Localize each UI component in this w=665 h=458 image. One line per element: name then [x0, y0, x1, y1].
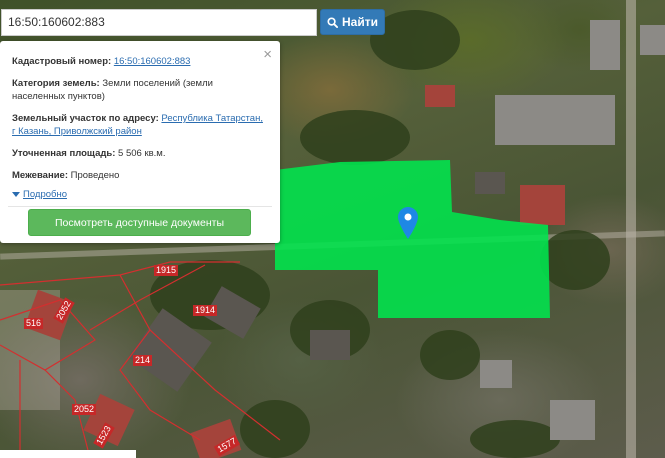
location-pin-icon[interactable] — [398, 207, 418, 239]
area-label: Уточненная площадь: — [12, 148, 116, 159]
map-attribution-box — [0, 450, 136, 458]
address-label: Земельный участок по адресу: — [12, 113, 159, 124]
close-icon[interactable]: × — [263, 47, 272, 62]
search-icon — [327, 16, 338, 28]
cadastral-number-row: Кадастровый номер: 16:50:160602:883 — [12, 55, 268, 68]
details-toggle[interactable]: Подробно — [12, 189, 268, 200]
cadastral-number-link[interactable]: 16:50:160602:883 — [114, 56, 191, 67]
card-divider — [8, 206, 272, 207]
details-link[interactable]: Подробно — [23, 189, 67, 200]
parcel-label: 1914 — [193, 305, 218, 316]
parcel-label: 2052 — [72, 404, 97, 415]
parcel-label: 1915 — [154, 265, 179, 276]
area-value: 5 506 кв.м. — [118, 148, 166, 159]
cadastral-number-label: Кадастровый номер: — [12, 56, 112, 67]
parcel-label: 516 — [24, 318, 44, 329]
view-documents-button[interactable]: Посмотреть доступные документы — [28, 209, 251, 236]
parcel-info-card: × Кадастровый номер: 16:50:160602:883 Ка… — [0, 41, 280, 243]
land-category-label: Категория земель: — [12, 78, 100, 89]
search-button[interactable]: Найти — [320, 9, 385, 35]
parcel-label: 214 — [133, 355, 153, 366]
address-row: Земельный участок по адресу: Республика … — [12, 112, 268, 138]
survey-row: Межевание: Проведено — [12, 169, 268, 182]
survey-value: Проведено — [70, 170, 120, 181]
survey-label: Межевание: — [12, 170, 68, 181]
area-row: Уточненная площадь: 5 506 кв.м. — [12, 147, 268, 160]
cadastral-search-input[interactable]: 16:50:160602:883 — [1, 9, 317, 36]
search-button-label: Найти — [342, 15, 378, 29]
chevron-down-icon — [12, 192, 20, 197]
land-category-row: Категория земель: Земли поселений (земли… — [12, 77, 268, 103]
